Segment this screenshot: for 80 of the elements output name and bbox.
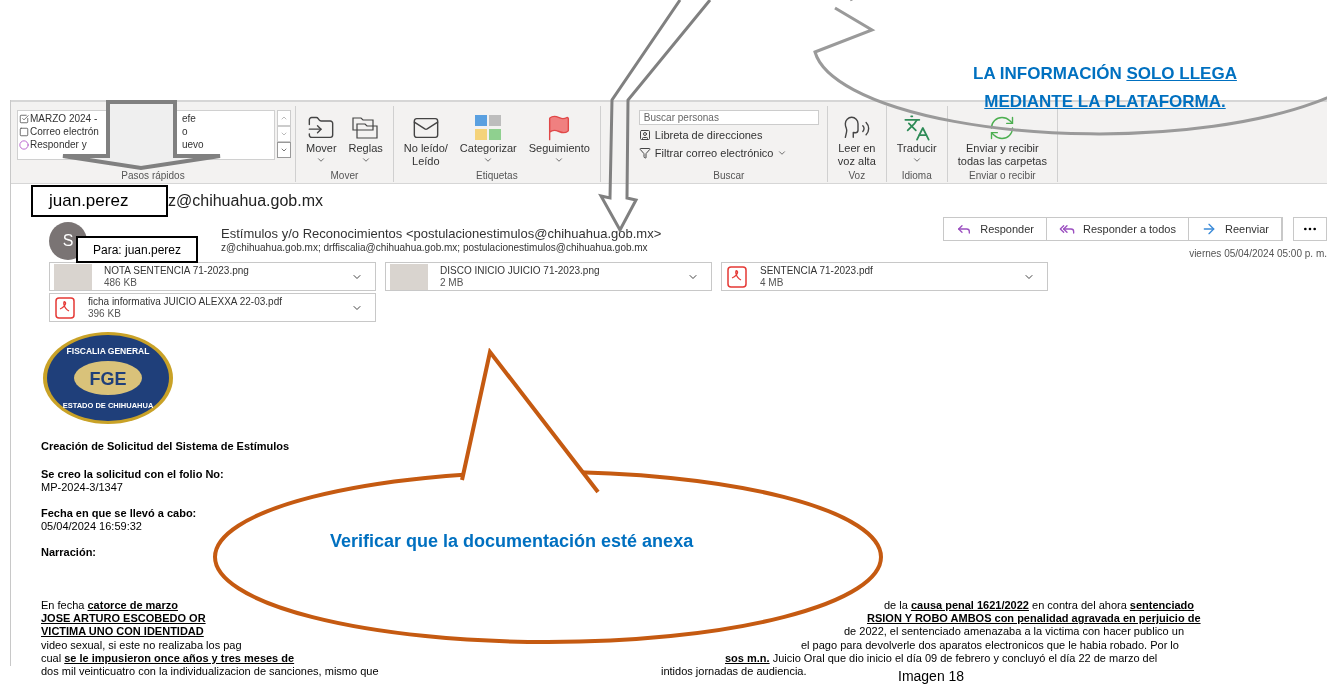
categories-icon <box>473 114 504 142</box>
narrative-text: dos mil veinticuatro con la individualizacion de sanciones, mismo que <box>41 665 379 679</box>
ribbon-button[interactable]: Seguimiento <box>526 114 592 165</box>
ribbon-link[interactable]: Filtrar correo electrónico <box>638 145 819 161</box>
narrative-text: VICTIMA UNO CON IDENTIDAD <box>41 625 204 639</box>
action-button[interactable]: Responder <box>944 218 1047 240</box>
narrative-text: sos m.n. Juicio Oral que dio inicio el día 09 de febrero y concluyó el día 22 de marzo del <box>725 652 1158 666</box>
narrative-text: video sexual, si este no realizaba los pag <box>41 638 242 653</box>
ribbon-button[interactable]: Traducir <box>894 114 939 165</box>
attachment-name: DISCO INICIO JUICIO 71-2023.png <box>440 264 601 277</box>
pdf-icon <box>726 265 748 288</box>
attachment-name: NOTA SENTENCIA 71-2023.png <box>104 264 250 277</box>
address-book-icon <box>638 129 651 141</box>
group-label: Voz <box>848 168 866 183</box>
attachment-size: 396 KB <box>88 307 122 320</box>
field-label: Fecha en que se llevó a cabo: <box>41 506 198 520</box>
group-label: Idioma <box>901 168 932 183</box>
attachment[interactable]: DISCO INICIO JUICIO 71-2023.png 2 MB <box>385 262 712 291</box>
image-thumbnail <box>390 263 428 290</box>
annotation-label: Para: juan.perez <box>76 236 198 263</box>
chevron-up-icon <box>280 114 288 122</box>
pdf-icon <box>54 296 76 319</box>
scroll-down-button[interactable] <box>277 126 291 142</box>
quick-step-item[interactable]: Responder y uevo <box>18 138 274 151</box>
folders-icon <box>350 114 381 142</box>
narrative-text: RSION Y ROBO AMBOS con penalidad agravada en perjuicio de <box>867 611 1201 626</box>
attachment-size: 486 KB <box>104 276 138 289</box>
callout-text: Verificar que la documentación esté anexa <box>330 530 694 553</box>
page-icon <box>19 126 29 137</box>
search-people-field[interactable]: Buscar personas <box>638 110 819 125</box>
field-value: 05/04/2024 16:59:32 <box>41 519 143 533</box>
field-label: Narración: <box>41 545 98 559</box>
attachment[interactable]: SENTENCIA 71-2023.pdf 4 MB <box>721 262 1048 291</box>
ribbon-button[interactable]: Enviar y recibir todas las carpetas <box>955 114 1049 168</box>
email-address: z@chihuahua.gob.mx <box>168 190 323 211</box>
circle-icon <box>19 139 29 150</box>
ribbon-button[interactable]: Reglas <box>346 114 385 165</box>
field-value: MP-2024-3/1347 <box>41 480 124 494</box>
narrative-text: de la causa penal 1621/2022 en contra del ahora sentenciado <box>884 598 1195 612</box>
attachment-size: 4 MB <box>760 276 785 289</box>
narrative-text: JOSE ARTURO ESCOBEDO OR <box>41 611 206 626</box>
ribbon-button[interactable]: Mover <box>304 114 339 165</box>
action-button[interactable]: Reenviar <box>1188 218 1282 240</box>
ribbon-button[interactable]: Leer en voz alta <box>835 114 878 168</box>
scroll-up-button[interactable] <box>277 110 291 126</box>
group-label: Mover <box>330 168 359 183</box>
attachment-name: ficha informativa JUICIO ALEXXA 22-03.pdf <box>88 295 283 308</box>
translate-icon <box>902 114 931 142</box>
callout-text: LA INFORMACIÓN SOLO LLEGA MEDIANTE LA PLATAFORMA. <box>972 63 1238 113</box>
recipients: z@chihuahua.gob.mx; drffiscalia@chihuahua.gob.mx; postulacionestimulos@chihuahua.gob.mx <box>221 241 649 255</box>
filter-icon <box>638 147 651 159</box>
quick-step-item[interactable]: Correo electrón o <box>18 125 274 138</box>
group-label: Enviar o recibir <box>969 168 1036 183</box>
attachment[interactable]: ficha informativa JUICIO ALEXXA 22-03.pdf 396 KB <box>49 293 376 322</box>
ribbon-button[interactable]: Categorizar <box>457 114 519 165</box>
narrative-text: de 2022, el sentenciado amenazaba a la victima con hacer publico un <box>844 625 1184 639</box>
figure-caption: Imagen 18 <box>898 666 965 686</box>
quick-step-item[interactable]: MARZO 2024 - efe <box>18 112 274 125</box>
group-label: Buscar <box>713 168 745 183</box>
body-title: Creación de Solicitud del Sistema de Estímulos <box>41 439 291 454</box>
narrative-text: el pago para devolverle dos aparatos electronicos que le habia robado. Por lo <box>801 638 1179 653</box>
ribbon-button[interactable]: No leído/ Leído <box>401 114 450 168</box>
action-button[interactable]: Responder a todos <box>1047 218 1189 240</box>
expand-button[interactable] <box>277 142 291 158</box>
image-thumbnail <box>54 263 92 290</box>
field-label: Se creo la solicitud con el folio No: <box>41 467 225 481</box>
checkbox-icon <box>19 113 29 124</box>
sender-name: Estímulos y/o Reconocimientos <postulacionestimulos@chihuahua.gob.mx> <box>221 226 662 241</box>
group-label: Etiquetas <box>476 168 518 183</box>
group-label: Pasos rápidos <box>121 168 185 183</box>
attachment-name: SENTENCIA 71-2023.pdf <box>760 264 874 277</box>
narrative-text: intidos jornadas de audiencia. <box>661 665 807 679</box>
attachment[interactable]: NOTA SENTENCIA 71-2023.png 486 KB <box>49 262 376 291</box>
attachment-size: 2 MB <box>440 276 465 289</box>
email-date: viernes 05/04/2024 05:00 p. m. <box>1189 247 1327 261</box>
narrative-text: cual se le impusieron once años y tres meses de <box>41 652 295 666</box>
annotation-label: juan.perez <box>31 184 168 217</box>
ribbon-link[interactable]: Libreta de direcciones <box>638 127 819 143</box>
narrative-text: En fecha catorce de marzo <box>41 598 178 612</box>
more-button[interactable] <box>1293 217 1327 241</box>
